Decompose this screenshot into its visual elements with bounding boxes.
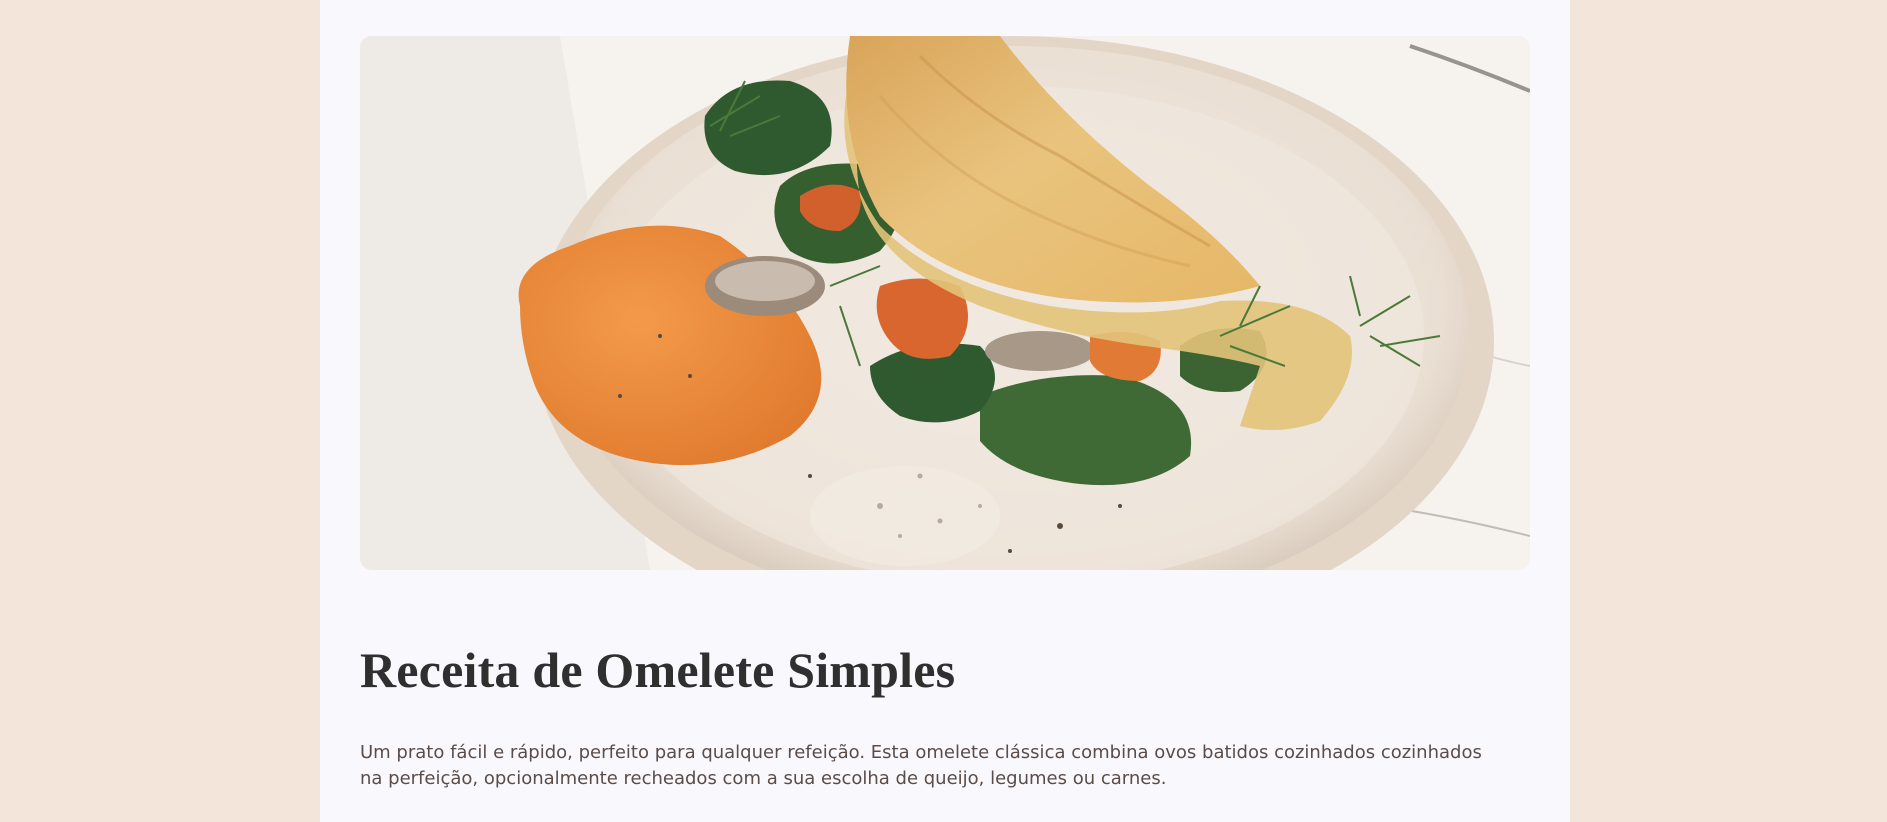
recipe-description: Um prato fácil e rápido, perfeito para q… — [360, 742, 1482, 789]
recipe-hero-image — [360, 36, 1530, 570]
recipe-title: Receita de Omelete Simples — [360, 642, 956, 698]
omelette-plate-illustration — [360, 36, 1530, 570]
recipe-card: Receita de Omelete Simples Um prato fáci… — [320, 0, 1570, 822]
